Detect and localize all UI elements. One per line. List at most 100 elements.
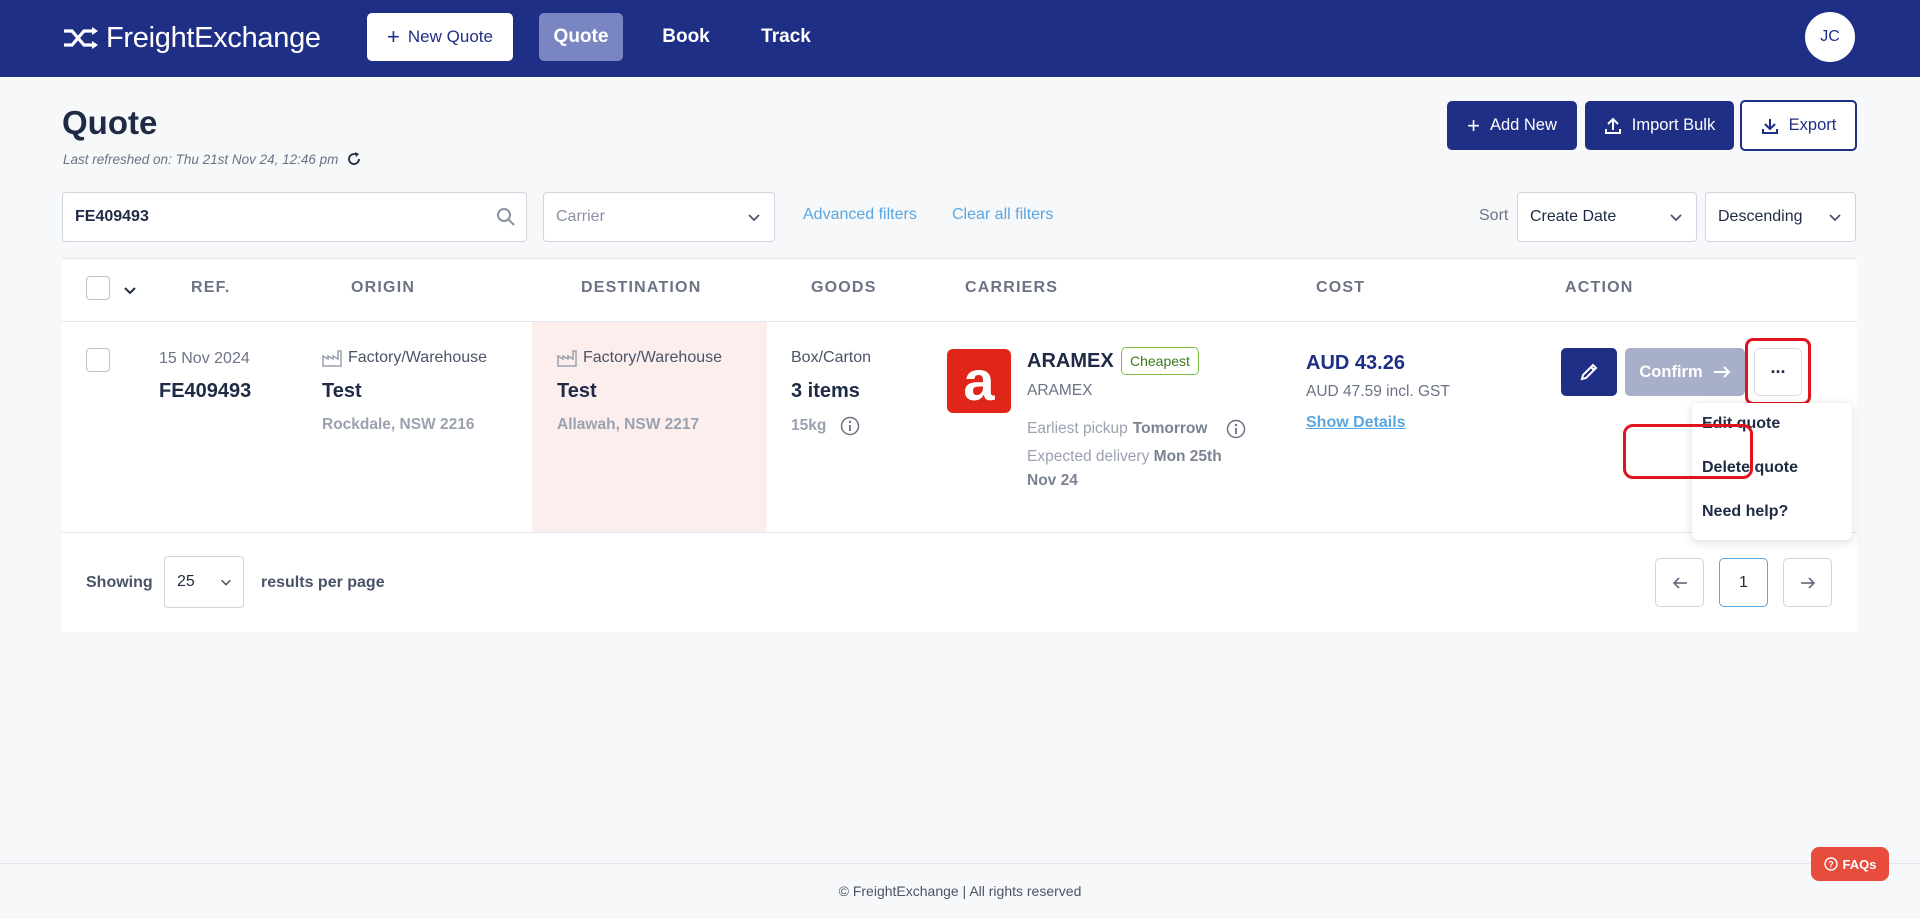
sort-by-value: Create Date (1530, 208, 1617, 225)
goods-weight-value: 15kg (791, 417, 827, 434)
row-checkbox[interactable] (86, 348, 110, 372)
col-goods: GOODS (811, 279, 877, 296)
pickup-prefix: Earliest pickup (1027, 420, 1128, 437)
destination-type: Factory/Warehouse (557, 349, 722, 367)
origin-location: Rockdale, NSW 2216 (322, 416, 475, 433)
carrier-select-value: Carrier (556, 208, 605, 225)
highlight-delete-quote (1623, 424, 1753, 479)
top-navbar: FreightExchange + New Quote Quote Book T… (0, 0, 1920, 77)
table-header: REF. ORIGIN DESTINATION GOODS CARRIERS C… (62, 258, 1857, 322)
next-page-button[interactable] (1783, 558, 1832, 607)
faqs-label: FAQs (1842, 856, 1877, 872)
last-refreshed-text: Last refreshed on: Thu 21st Nov 24, 12:4… (63, 151, 339, 167)
plus-icon: + (387, 24, 400, 49)
table-row: 15 Nov 2024 FE409493 Factory/Warehouse T… (62, 322, 1857, 540)
col-destination: DESTINATION (581, 279, 702, 296)
sort-by-select[interactable]: Create Date (1517, 192, 1697, 242)
delivery-value-2: Nov 24 (1027, 472, 1078, 489)
previous-page-button[interactable] (1655, 558, 1704, 607)
destination-type-label: Factory/Warehouse (583, 349, 723, 366)
sort-label: Sort (1479, 207, 1509, 224)
confirm-label: Confirm (1639, 362, 1703, 381)
col-origin: ORIGIN (351, 279, 416, 296)
arrow-right-icon (1713, 366, 1731, 378)
help-circle-icon: ? (1823, 857, 1838, 871)
footer-divider (0, 863, 1920, 864)
carrier-service: ARAMEX (1027, 382, 1093, 399)
col-ref: REF. (191, 279, 231, 296)
add-new-label: Add New (1489, 116, 1557, 134)
destination-location: Allawah, NSW 2217 (557, 416, 700, 433)
search-icon[interactable] (496, 207, 516, 227)
faqs-button[interactable]: ? FAQs (1811, 847, 1889, 881)
info-icon[interactable] (840, 416, 860, 436)
tab-track[interactable]: Track (750, 13, 822, 61)
origin-name: Test (322, 380, 362, 402)
pencil-icon (1580, 363, 1598, 381)
last-refreshed: Last refreshed on: Thu 21st Nov 24, 12:4… (63, 151, 362, 167)
select-all-checkbox[interactable] (86, 276, 110, 300)
info-icon[interactable] (1226, 419, 1246, 439)
show-details-link[interactable]: Show Details (1306, 414, 1406, 432)
chevron-down-icon[interactable] (122, 282, 138, 298)
app-name: FreightExchange (106, 21, 321, 54)
user-avatar[interactable]: JC (1805, 12, 1855, 62)
page-1-button[interactable]: 1 (1719, 558, 1768, 607)
import-bulk-button[interactable]: Import Bulk (1585, 101, 1734, 150)
per-page-select[interactable]: 25 (164, 556, 244, 608)
freightexchange-logo[interactable]: FreightExchange (62, 18, 321, 58)
chevron-down-icon (1670, 214, 1682, 222)
factory-icon (557, 350, 577, 367)
col-carriers: CARRIERS (965, 279, 1059, 296)
highlight-more-button (1745, 338, 1811, 405)
download-icon (1761, 118, 1778, 134)
plus-icon: + (1467, 112, 1480, 138)
tab-quote[interactable]: Quote (539, 13, 623, 61)
clear-filters-link[interactable]: Clear all filters (952, 206, 1053, 224)
svg-text:?: ? (1828, 860, 1834, 870)
export-label: Export (1788, 116, 1837, 134)
goods-items: 3 items (791, 380, 860, 402)
export-button[interactable]: Export (1740, 100, 1857, 151)
new-quote-label: New Quote (407, 27, 493, 46)
chevron-down-icon (221, 579, 231, 586)
advanced-filters-link[interactable]: Advanced filters (803, 206, 917, 224)
search-box (62, 192, 527, 242)
chevron-down-icon (1829, 214, 1841, 222)
quote-ref: FE409493 (159, 380, 252, 402)
origin-type-label: Factory/Warehouse (348, 349, 488, 366)
origin-type: Factory/Warehouse (322, 349, 487, 367)
goods-type: Box/Carton (791, 349, 872, 366)
pickup-value: Tomorrow (1132, 420, 1208, 437)
carrier-select[interactable]: Carrier (543, 192, 775, 242)
sort-order-select[interactable]: Descending (1705, 192, 1856, 242)
cost-main: AUD 43.26 (1306, 352, 1405, 374)
per-page-label: results per page (261, 574, 385, 591)
cost-incl-gst: AUD 47.59 incl. GST (1306, 383, 1450, 400)
quote-date: 15 Nov 2024 (159, 350, 250, 367)
new-quote-button[interactable]: + New Quote (367, 13, 513, 61)
quotes-table: REF. ORIGIN DESTINATION GOODS CARRIERS C… (62, 258, 1857, 632)
showing-label: Showing (86, 574, 153, 591)
add-new-button[interactable]: + Add New (1447, 101, 1577, 150)
col-action: ACTION (1565, 279, 1634, 296)
page-title: Quote (62, 104, 158, 141)
menu-need-help[interactable]: Need help? (1702, 503, 1788, 521)
upload-icon (1604, 117, 1621, 134)
delivery-prefix: Expected delivery (1027, 448, 1150, 465)
chevron-down-icon (748, 214, 760, 222)
cheapest-badge: Cheapest (1121, 347, 1199, 375)
confirm-button[interactable]: Confirm (1625, 348, 1745, 396)
factory-icon (322, 350, 342, 367)
expected-delivery: Expected delivery Mon 25th (1027, 448, 1222, 466)
col-cost: COST (1316, 279, 1366, 296)
aramex-logo: a (947, 349, 1011, 413)
import-bulk-label: Import Bulk (1631, 116, 1716, 134)
delivery-value-1: Mon 25th (1153, 448, 1222, 465)
carrier-name: ARAMEX (1027, 350, 1114, 372)
destination-name: Test (557, 380, 597, 402)
search-input[interactable] (75, 193, 485, 241)
tab-book[interactable]: Book (650, 13, 722, 61)
refresh-icon[interactable] (346, 151, 362, 167)
edit-quote-button[interactable] (1561, 348, 1617, 396)
